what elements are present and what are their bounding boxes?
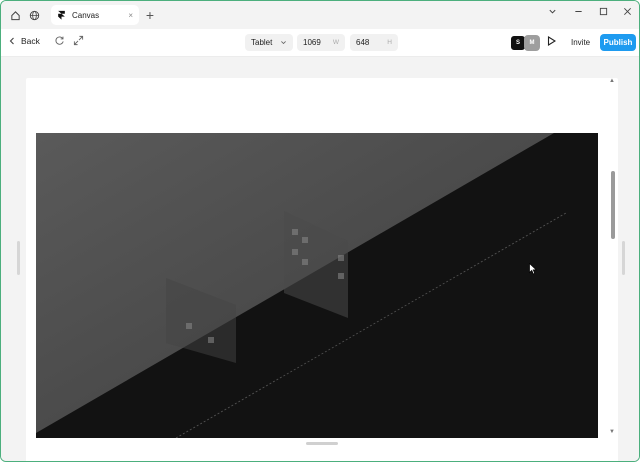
- home-icon[interactable]: [6, 6, 24, 24]
- height-value: 648: [356, 38, 370, 47]
- right-resize-handle[interactable]: [622, 241, 625, 275]
- expand-icon[interactable]: [73, 35, 84, 49]
- new-tab-button[interactable]: +: [141, 6, 159, 24]
- tab-title: Canvas: [72, 10, 100, 20]
- chevron-left-icon: [9, 37, 14, 45]
- globe-icon[interactable]: [25, 6, 43, 24]
- maximize-icon[interactable]: [595, 7, 611, 19]
- bottom-resize-handle[interactable]: [306, 442, 338, 445]
- tab-canvas[interactable]: Canvas ×: [51, 5, 139, 25]
- play-icon[interactable]: [547, 36, 557, 49]
- close-icon[interactable]: [619, 7, 635, 19]
- scroll-up-icon[interactable]: ▲: [609, 78, 615, 84]
- width-input[interactable]: 1069 W: [297, 34, 345, 51]
- tab-close-icon[interactable]: ×: [128, 11, 133, 20]
- toolbar: Back Tablet 1069 W 648 H S M Invite Publ…: [1, 29, 639, 57]
- title-bar: Canvas × +: [1, 1, 639, 29]
- back-label: Back: [21, 36, 40, 46]
- refresh-icon[interactable]: [54, 35, 65, 49]
- height-input[interactable]: 648 H: [350, 34, 398, 51]
- mouse-cursor-icon: [529, 263, 537, 275]
- scrollbar-thumb[interactable]: [611, 171, 615, 239]
- height-suffix: H: [387, 39, 392, 46]
- device-select-value: Tablet: [251, 38, 273, 47]
- invite-button[interactable]: Invite: [565, 34, 596, 51]
- device-select[interactable]: Tablet: [245, 34, 293, 51]
- chevron-down-icon[interactable]: [544, 7, 560, 19]
- avatar[interactable]: M: [524, 35, 540, 51]
- back-button[interactable]: Back: [9, 36, 40, 46]
- width-value: 1069: [303, 38, 321, 47]
- collaborator-avatars: S M: [510, 35, 540, 51]
- minimize-icon[interactable]: [570, 7, 586, 19]
- left-resize-handle[interactable]: [17, 241, 20, 275]
- framer-logo-icon: [58, 10, 65, 20]
- scroll-down-icon[interactable]: ▼: [609, 429, 615, 435]
- app-window: Canvas × + Back Tablet 1069 W 648 H S M …: [0, 0, 640, 462]
- width-suffix: W: [332, 39, 339, 46]
- publish-button[interactable]: Publish: [600, 34, 636, 51]
- chevron-down-icon: [281, 41, 286, 45]
- hero-image: [36, 133, 598, 438]
